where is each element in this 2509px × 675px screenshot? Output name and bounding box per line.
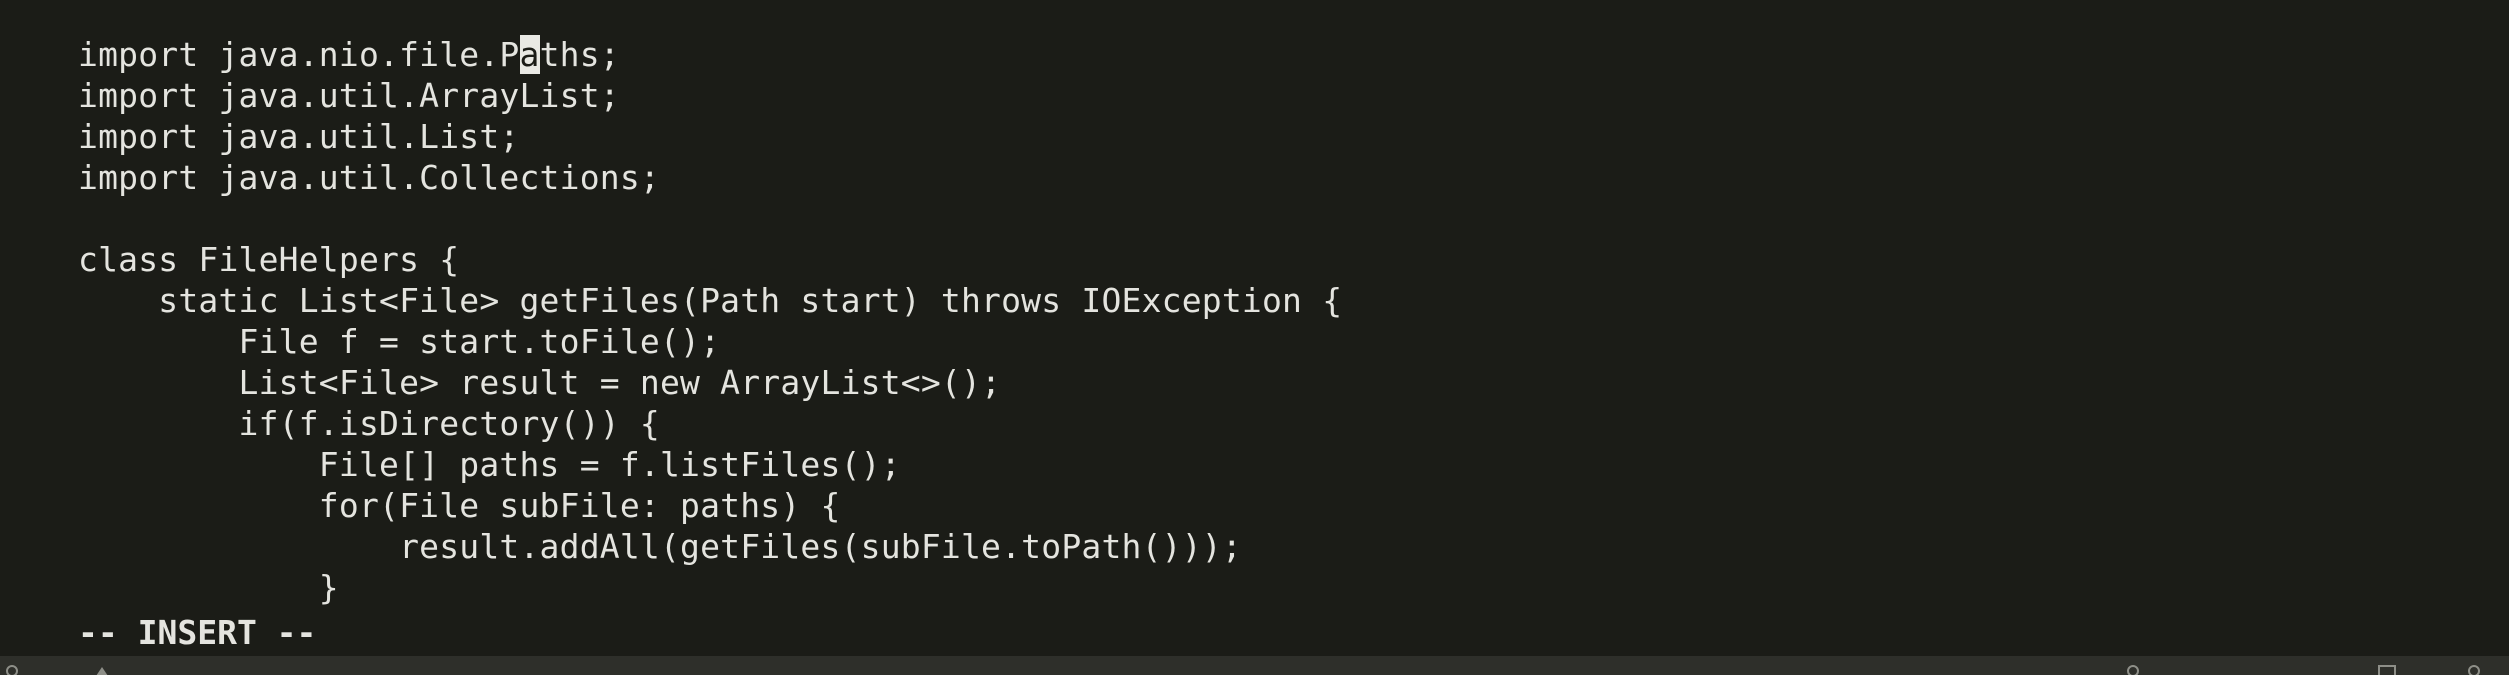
code-text: List<File> result = new ArrayList<>(); xyxy=(78,363,1002,402)
code-line-10[interactable]: if(f.isDirectory()) { xyxy=(78,403,2458,444)
code-text: import java.util.ArrayList; xyxy=(78,76,620,115)
code-line-8[interactable]: File f = start.toFile(); xyxy=(78,321,2458,362)
status-window-icon[interactable] xyxy=(2378,665,2396,675)
code-text: ths; xyxy=(539,35,620,74)
code-line-14[interactable]: } xyxy=(78,567,2458,608)
code-line-11[interactable]: File[] paths = f.listFiles(); xyxy=(78,444,2458,485)
code-line-13[interactable]: result.addAll(getFiles(subFile.toPath())… xyxy=(78,526,2458,567)
status-bar xyxy=(0,656,2509,675)
code-text: static List<File> getFiles(Path start) t… xyxy=(78,281,1343,320)
code-line-7[interactable]: static List<File> getFiles(Path start) t… xyxy=(78,280,2458,321)
code-text: for(File subFile: paths) { xyxy=(78,486,841,525)
code-text: File f = start.toFile(); xyxy=(78,322,721,361)
code-line-9[interactable]: List<File> result = new ArrayList<>(); xyxy=(78,362,2458,403)
code-line-6[interactable]: class FileHelpers { xyxy=(78,239,2458,280)
code-line-4[interactable]: import java.util.Collections; xyxy=(78,157,2458,198)
mode-indicator: -- INSERT -- xyxy=(78,613,317,652)
code-text: import java.util.List; xyxy=(78,117,520,156)
text-cursor: a xyxy=(519,35,540,74)
code-text: } xyxy=(78,568,339,607)
status-circle-icon[interactable] xyxy=(2468,665,2480,675)
code-text: import java.nio.file.P xyxy=(78,35,520,74)
status-circle-icon[interactable] xyxy=(6,665,18,675)
code-text: class FileHelpers { xyxy=(78,240,460,279)
code-line-1[interactable]: import java.nio.file.Paths; xyxy=(78,34,2458,75)
code-editor[interactable]: import java.nio.file.Paths; import java.… xyxy=(78,34,2458,608)
code-text: result.addAll(getFiles(subFile.toPath())… xyxy=(78,527,1242,566)
code-text: if(f.isDirectory()) { xyxy=(78,404,660,443)
code-line-12[interactable]: for(File subFile: paths) { xyxy=(78,485,2458,526)
code-line-5[interactable] xyxy=(78,198,2458,239)
code-line-2[interactable]: import java.util.ArrayList; xyxy=(78,75,2458,116)
code-text: File[] paths = f.listFiles(); xyxy=(78,445,901,484)
code-text: import java.util.Collections; xyxy=(78,158,660,197)
code-line-3[interactable]: import java.util.List; xyxy=(78,116,2458,157)
status-triangle-icon[interactable] xyxy=(96,667,108,675)
status-circle-icon[interactable] xyxy=(2127,665,2139,675)
